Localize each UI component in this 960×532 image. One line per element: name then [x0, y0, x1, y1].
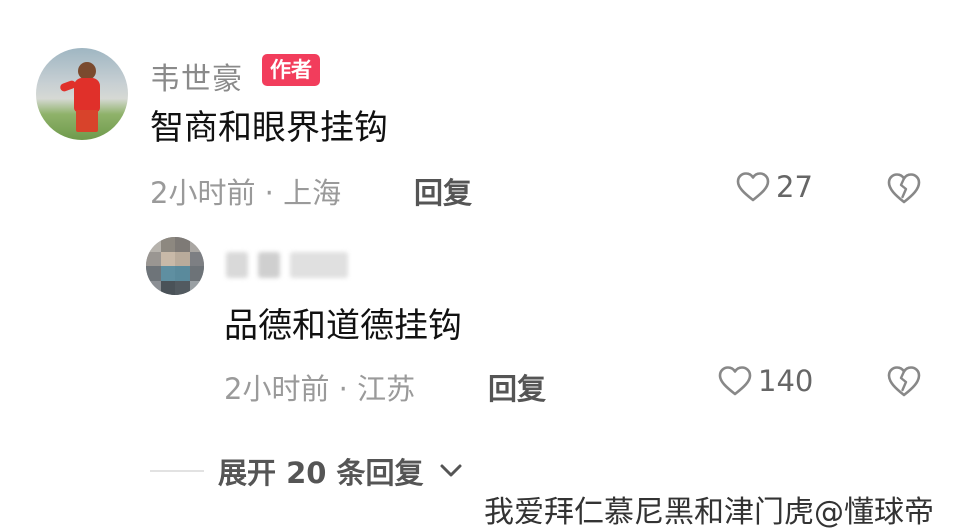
- reply-reply-button[interactable]: 回复: [488, 366, 546, 408]
- broken-heart-icon: [887, 366, 921, 397]
- avatar-figure-body: [74, 78, 100, 112]
- broken-heart-icon: [887, 173, 921, 204]
- reply-meta: 2小时前 · 江苏: [224, 372, 416, 406]
- heart-outline-icon: [718, 366, 752, 396]
- expand-divider-line: [150, 470, 204, 472]
- redaction-block: [290, 252, 348, 278]
- reply-like-count: 140: [758, 364, 814, 398]
- comment-dislike-button[interactable]: [886, 171, 922, 209]
- watermark: 我爱拜仁慕尼黑和津门虎@懂球帝: [484, 495, 934, 530]
- chevron-down-icon: [440, 464, 462, 477]
- comment-meta: 2小时前 · 上海: [150, 176, 342, 210]
- comment-like-button[interactable]: 27: [736, 170, 813, 204]
- reply-username-redacted: [226, 252, 348, 278]
- expand-replies-button[interactable]: 展开 20 条回复: [150, 450, 464, 492]
- redaction-block: [258, 252, 280, 278]
- heart-outline-icon: [736, 172, 770, 202]
- reply-avatar[interactable]: [146, 237, 204, 295]
- reply-like-button[interactable]: 140: [718, 364, 813, 398]
- comment-username[interactable]: 韦世豪: [150, 54, 243, 98]
- author-avatar[interactable]: [36, 48, 128, 140]
- avatar-figure-legs: [76, 110, 98, 132]
- reply-text: 品德和道德挂钩: [224, 306, 462, 346]
- comment-text: 智商和眼界挂钩: [150, 108, 388, 148]
- author-badge: 作者: [262, 54, 320, 86]
- redaction-block: [226, 252, 248, 278]
- expand-replies-label: 展开 20 条回复: [218, 456, 424, 490]
- reply-dislike-button[interactable]: [886, 364, 922, 402]
- comment-reply-button[interactable]: 回复: [414, 170, 472, 212]
- comment-like-count: 27: [776, 170, 813, 204]
